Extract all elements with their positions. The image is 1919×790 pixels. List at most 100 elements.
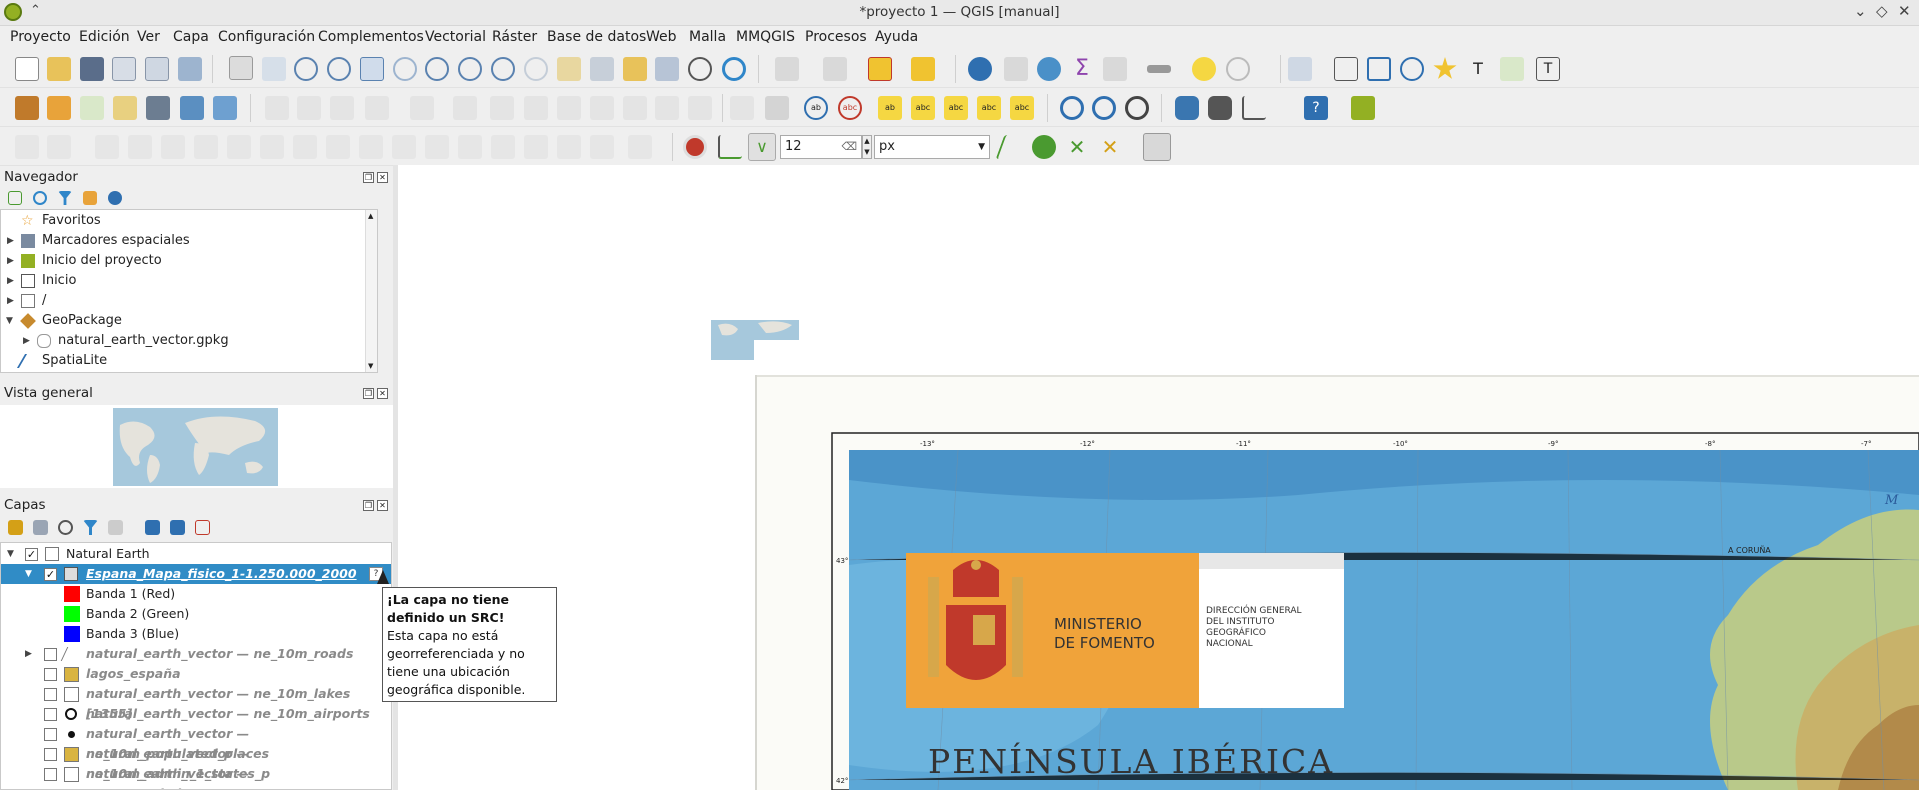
tree-item-marcadores[interactable]: ▶ Marcadores espaciales — [1, 231, 377, 251]
pan-map-icon[interactable] — [229, 56, 253, 80]
remove-layer-icon[interactable] — [195, 520, 210, 535]
add-group-icon[interactable] — [33, 520, 48, 535]
text-box-annotation-icon[interactable]: T — [1536, 57, 1560, 81]
menu-procesos[interactable]: Procesos — [805, 29, 867, 45]
filter-icon[interactable] — [58, 191, 72, 205]
menu-complementos[interactable]: Complementos — [318, 29, 424, 45]
select-by-value-icon[interactable] — [823, 57, 847, 81]
menu-mmqgis[interactable]: MMQGIS — [736, 29, 795, 45]
label-tool-icon[interactable] — [1288, 57, 1312, 81]
pan-to-selection-icon[interactable] — [262, 57, 286, 81]
marker-annotation-icon[interactable] — [1433, 57, 1457, 79]
map-tips-icon[interactable] — [1192, 57, 1216, 81]
layer-checkbox[interactable] — [44, 668, 57, 681]
minimize-button[interactable]: ⌄ — [1854, 2, 1867, 20]
snapping-layers-icon[interactable] — [718, 135, 742, 159]
overview-canvas[interactable] — [0, 405, 393, 488]
node-tool-icon[interactable] — [1367, 57, 1391, 81]
refresh-icon[interactable] — [33, 191, 47, 205]
layer-labeling-icon[interactable] — [765, 96, 789, 120]
collapse-arrow-icon[interactable]: ▼ — [7, 544, 14, 564]
tree-item-spatialite[interactable]: SpatiaLite — [1, 351, 377, 371]
change-label-icon[interactable]: abc — [1010, 96, 1034, 120]
float-panel-icon[interactable]: ❐ — [363, 172, 374, 183]
zoom-out-icon[interactable] — [327, 57, 351, 81]
float-panel-icon[interactable]: ❐ — [363, 500, 374, 511]
new-geopackage-layer-icon[interactable] — [47, 96, 71, 120]
units-select[interactable]: px ▼ — [874, 135, 990, 159]
expand-arrow-icon[interactable]: ▶ — [23, 331, 30, 351]
tree-item-inicio[interactable]: ▶ Inicio — [1, 271, 377, 291]
move-label-icon[interactable]: abc — [944, 96, 968, 120]
new-spatialite-layer-icon[interactable] — [113, 96, 137, 120]
polygon-annotation-icon[interactable] — [1400, 57, 1424, 81]
layer-lakes[interactable]: natural_earth_vector — ne_10m_lakes [135… — [1, 684, 391, 721]
scroll-down-icon[interactable]: ▼ — [368, 362, 373, 370]
add-wfs-layer-icon[interactable] — [1092, 96, 1116, 120]
menu-edicion[interactable]: Edición — [79, 29, 130, 45]
new-shapefile-layer-icon[interactable] — [80, 96, 104, 120]
tolerance-stepper[interactable]: ▲ ▼ — [862, 135, 872, 159]
profile-tool-icon[interactable] — [1242, 96, 1266, 120]
collapse-all-icon[interactable] — [170, 520, 185, 535]
zoom-in-icon[interactable] — [294, 57, 318, 81]
new-project-icon[interactable] — [15, 57, 39, 81]
add-wcs-layer-icon[interactable] — [1125, 96, 1149, 120]
new-3d-view-icon[interactable] — [590, 57, 614, 81]
pin-label-icon[interactable]: ab — [878, 96, 902, 120]
text-annotation-icon[interactable]: T — [1466, 57, 1490, 81]
add-raster-layer-icon[interactable] — [180, 96, 204, 120]
snap-vertex-icon[interactable]: ∨ — [748, 133, 776, 161]
menu-web[interactable]: Web — [646, 29, 677, 45]
label-highlight-icon[interactable]: ab — [804, 96, 828, 120]
collapse-arrow-icon[interactable]: ▼ — [6, 311, 13, 331]
menu-base-de-datos[interactable]: Base de datos — [547, 29, 646, 45]
float-panel-icon[interactable]: ❐ — [363, 388, 374, 399]
map-canvas[interactable]: -13° -12° -11° -10° -9° -8° -7° 43° 42° … — [398, 165, 1919, 790]
layer-checkbox[interactable] — [44, 708, 57, 721]
tree-item-geopackage[interactable]: ▼ GeoPackage — [1, 311, 377, 331]
menu-vectorial[interactable]: Vectorial — [425, 29, 486, 45]
menu-capa[interactable]: Capa — [173, 29, 209, 45]
menu-proyecto[interactable]: Proyecto — [10, 29, 71, 45]
new-bookmark-icon[interactable] — [623, 57, 647, 81]
identify-features-icon[interactable] — [968, 57, 992, 81]
zoom-next-icon[interactable] — [524, 57, 548, 81]
field-calculator-icon[interactable] — [1037, 57, 1061, 81]
select-location-icon[interactable] — [911, 57, 935, 81]
label-unplaced-icon[interactable]: abc — [838, 96, 862, 120]
zoom-to-layer-icon[interactable] — [425, 57, 449, 81]
attribute-table-icon[interactable] — [1004, 57, 1028, 81]
close-button[interactable]: ✕ — [1898, 2, 1911, 20]
data-source-manager-icon[interactable] — [15, 96, 39, 120]
search-binoculars-icon[interactable] — [1208, 96, 1232, 120]
menu-malla[interactable]: Malla — [689, 29, 726, 45]
tree-item-favoritos[interactable]: ☆ Favoritos — [1, 211, 377, 231]
snap-intersection-icon[interactable] — [995, 135, 1029, 159]
expand-arrow-icon[interactable]: ▶ — [7, 231, 14, 251]
rotate-label-icon[interactable]: abc — [977, 96, 1001, 120]
expand-arrow-icon[interactable]: ▶ — [25, 644, 32, 664]
zoom-native-icon[interactable] — [458, 57, 482, 81]
layer-checkbox[interactable] — [44, 728, 57, 741]
layer-checkbox[interactable] — [44, 688, 57, 701]
properties-info-icon[interactable] — [108, 191, 122, 205]
close-panel-icon[interactable]: ✕ — [377, 172, 388, 183]
layer-selected-raster[interactable]: ▼ ✓ Espana_Mapa_fisico_1-1.250.000_2000? — [1, 564, 391, 584]
new-map-view-icon[interactable] — [557, 57, 581, 81]
python-console-icon[interactable] — [1175, 96, 1199, 120]
deselect-features-icon[interactable] — [868, 57, 892, 81]
zoom-full-icon[interactable] — [360, 57, 384, 81]
layer-admin-1[interactable]: natural_earth_vector — ne_10m_admin_1_st… — [1, 744, 391, 781]
tolerance-spinbox[interactable]: 12 ⌫ — [780, 135, 862, 159]
layer-airports[interactable]: natural_earth_vector — ne_10m_airports — [1, 704, 391, 724]
zoom-last-icon[interactable] — [491, 57, 515, 81]
temporal-controller-icon[interactable] — [688, 57, 712, 81]
filter-legend-icon[interactable] — [83, 520, 98, 535]
layer-checkbox[interactable]: ✓ — [44, 568, 57, 581]
maximize-button[interactable]: ◇ — [1876, 2, 1888, 20]
new-print-layout-icon[interactable] — [112, 57, 136, 81]
expand-arrow-icon[interactable]: ▶ — [7, 251, 14, 271]
statistics-sigma-icon[interactable]: Σ — [1070, 57, 1094, 81]
open-project-icon[interactable] — [47, 57, 71, 81]
